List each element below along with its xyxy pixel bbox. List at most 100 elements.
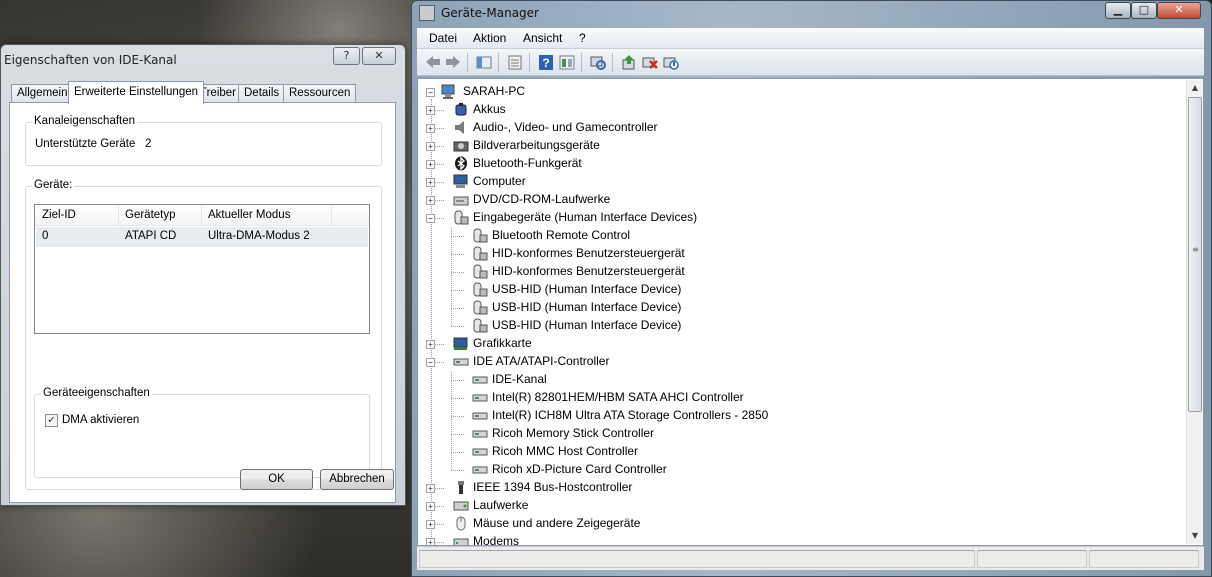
tree-category[interactable]: + Modems <box>418 533 1178 545</box>
tree-device[interactable]: IDE-Kanal <box>418 371 1178 389</box>
expand-icon[interactable]: + <box>426 196 435 205</box>
back-icon[interactable] <box>424 54 442 71</box>
tree-device[interactable]: Ricoh Memory Stick Controller <box>418 425 1178 443</box>
column-header[interactable]: Ziel-ID <box>42 209 76 221</box>
tree-category[interactable]: − Eingabegeräte (Human Interface Devices) <box>418 209 1178 227</box>
tree-item-label: Laufwerke <box>473 498 529 512</box>
scroll-thumb[interactable]: ≡ <box>1188 97 1202 412</box>
expand-icon[interactable]: + <box>426 502 435 511</box>
tree-device[interactable]: Ricoh MMC Host Controller <box>418 443 1178 461</box>
expand-icon[interactable]: + <box>426 178 435 187</box>
tree-device[interactable]: USB-HID (Human Interface Device) <box>418 299 1178 317</box>
tree-item-label: USB-HID (Human Interface Device) <box>492 282 682 296</box>
update-driver-icon[interactable] <box>620 54 638 71</box>
collapse-icon[interactable]: − <box>426 358 435 367</box>
expand-icon[interactable]: + <box>426 538 435 545</box>
tree-item-label: Intel(R) ICH8M Ultra ATA Storage Control… <box>492 408 769 422</box>
status-bar <box>417 546 1204 570</box>
maximize-button[interactable]: □ <box>1131 2 1157 19</box>
collapse-icon[interactable]: − <box>426 214 435 223</box>
tree-device[interactable]: USB-HID (Human Interface Device) <box>418 317 1178 335</box>
disable-icon[interactable] <box>662 54 680 71</box>
menu-aktion[interactable]: Aktion <box>473 31 506 45</box>
supported-devices-value: 2 <box>145 138 152 150</box>
device-manager-icon <box>419 5 435 21</box>
tree-item-label: Ricoh Memory Stick Controller <box>492 426 655 440</box>
tree-device[interactable]: HID-konformes Benutzersteuergerät <box>418 263 1178 281</box>
tree-device[interactable]: USB-HID (Human Interface Device) <box>418 281 1178 299</box>
table-cell: 0 <box>42 230 49 242</box>
tree-item-label: Eingabegeräte (Human Interface Devices) <box>473 210 698 224</box>
tree-device[interactable]: Bluetooth Remote Control <box>418 227 1178 245</box>
tab-ressourcen[interactable]: Ressourcen <box>283 84 357 103</box>
scan-hardware-icon[interactable] <box>589 54 607 71</box>
expand-icon[interactable]: + <box>426 142 435 151</box>
group-title: Kanaleigenschaften <box>32 115 138 127</box>
scroll-down-button[interactable]: ▼ <box>1187 528 1203 544</box>
view-icon[interactable] <box>558 54 576 71</box>
tree-item-label: Bildverarbeitungsgeräte <box>473 138 600 152</box>
expand-icon[interactable]: + <box>426 340 435 349</box>
firewire-icon <box>453 480 469 495</box>
tab-details[interactable]: Details <box>238 84 286 103</box>
device-manager-window: Geräte-Manager ▁ □ ✕ Datei Aktion Ansich… <box>411 0 1212 577</box>
tree-category[interactable]: + Bluetooth-Funkgerät <box>418 155 1178 173</box>
tree-category[interactable]: + IEEE 1394 Bus-Hostcontroller <box>418 479 1178 497</box>
device-tree[interactable]: − SARAH-PC + Akkus + Audio-, Video- und Gam… <box>417 78 1204 546</box>
tab-allgemein[interactable]: Allgemein <box>11 84 74 103</box>
tree-device[interactable]: Intel(R) 82801HEM/HBM SATA AHCI Controll… <box>418 389 1178 407</box>
tab-erweiterte-einstellungen[interactable]: Erweiterte Einstellungen <box>68 81 205 104</box>
table-cell: ATAPI CD <box>125 230 177 242</box>
tree-category[interactable]: + Mäuse und andere Zeigegeräte <box>418 515 1178 533</box>
properties-icon[interactable] <box>506 54 524 71</box>
tree-category[interactable]: + Computer <box>418 173 1178 191</box>
column-header[interactable]: Aktueller Modus <box>208 209 290 221</box>
ide-controller-icon <box>472 408 488 423</box>
expand-icon[interactable]: + <box>426 484 435 493</box>
tree-category[interactable]: + Akkus <box>418 101 1178 119</box>
ok-button[interactable]: OK <box>240 469 313 490</box>
tree-category[interactable]: − IDE ATA/ATAPI-Controller <box>418 353 1178 371</box>
cancel-button[interactable]: Abbrechen <box>320 469 394 490</box>
devices-list[interactable]: Ziel-ID Gerätetyp Aktueller Modus 0 ATAP… <box>34 204 370 334</box>
collapse-icon[interactable]: − <box>426 88 435 97</box>
expand-icon[interactable]: + <box>426 520 435 529</box>
menu-help[interactable]: ? <box>579 31 586 45</box>
scroll-grip-icon: ≡ <box>1192 245 1199 254</box>
column-header[interactable]: Gerätetyp <box>125 209 176 221</box>
up-icon[interactable] <box>475 54 493 71</box>
tree-device[interactable]: HID-konformes Benutzersteuergerät <box>418 245 1178 263</box>
expand-icon[interactable]: + <box>426 106 435 115</box>
tree-category[interactable]: + Laufwerke <box>418 497 1178 515</box>
table-row[interactable]: 0 ATAPI CD Ultra-DMA-Modus 2 <box>36 227 368 247</box>
menu-ansicht[interactable]: Ansicht <box>523 31 562 45</box>
menu-datei[interactable]: Datei <box>429 31 457 45</box>
tree-item-label: DVD/CD-ROM-Laufwerke <box>473 192 611 206</box>
uninstall-icon[interactable] <box>641 54 659 71</box>
expand-icon[interactable]: + <box>426 160 435 169</box>
computer-icon <box>441 84 457 99</box>
list-header: Ziel-ID Gerätetyp Aktueller Modus <box>35 205 369 226</box>
tree-category[interactable]: + Bildverarbeitungsgeräte <box>418 137 1178 155</box>
forward-icon[interactable] <box>444 54 462 71</box>
tree-category[interactable]: + Audio-, Video- und Gamecontroller <box>418 119 1178 137</box>
dma-checkbox[interactable]: ✓ <box>45 414 58 427</box>
tree-device[interactable]: Ricoh xD-Picture Card Controller <box>418 461 1178 479</box>
status-cell <box>419 550 975 568</box>
tree-root[interactable]: − SARAH-PC <box>426 83 726 101</box>
tree-category[interactable]: + DVD/CD-ROM-Laufwerke <box>418 191 1178 209</box>
expand-icon[interactable]: + <box>426 124 435 133</box>
help-button[interactable]: ? <box>333 47 360 65</box>
help-icon[interactable]: ? <box>537 54 555 71</box>
tree-item-label: USB-HID (Human Interface Device) <box>492 300 682 314</box>
status-cell <box>977 550 1087 568</box>
scroll-up-button[interactable]: ▲ <box>1187 80 1203 96</box>
modem-icon <box>453 534 469 545</box>
tree-category[interactable]: + Grafikkarte <box>418 335 1178 353</box>
vertical-scrollbar[interactable]: ▲ ≡ ▼ <box>1186 80 1203 544</box>
close-button[interactable]: ✕ <box>1157 2 1201 19</box>
close-button[interactable]: ✕ <box>362 47 396 65</box>
dma-label[interactable]: DMA aktivieren <box>62 414 139 426</box>
tree-device[interactable]: Intel(R) ICH8M Ultra ATA Storage Control… <box>418 407 1178 425</box>
minimize-button[interactable]: ▁ <box>1105 2 1131 19</box>
